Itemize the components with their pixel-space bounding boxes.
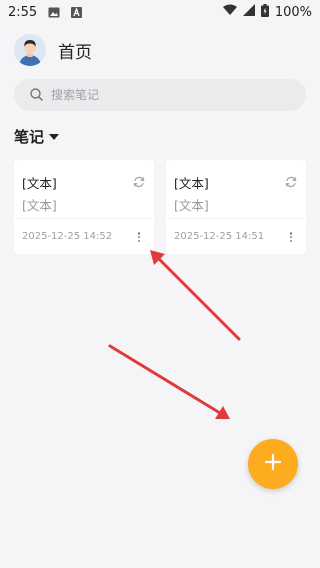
plus-icon xyxy=(264,453,282,475)
add-note-button[interactable] xyxy=(248,439,298,489)
image-icon xyxy=(47,6,61,18)
note-date: 2025-12-25 14:51 xyxy=(174,231,265,242)
notes-section-dropdown[interactable]: 笔记 xyxy=(14,126,60,147)
arrow-to-more-menu xyxy=(150,250,241,341)
sync-icon xyxy=(132,174,146,188)
signal-icon xyxy=(242,4,255,20)
note-body: [文本] xyxy=(174,198,209,213)
wifi-icon xyxy=(222,4,237,20)
caret-down-icon xyxy=(49,133,60,140)
search-bar[interactable] xyxy=(14,79,306,111)
search-icon xyxy=(30,86,43,105)
a-icon xyxy=(69,6,83,18)
more-vert-icon[interactable] xyxy=(134,230,144,244)
search-input[interactable] xyxy=(51,88,271,102)
section-title: 笔记 xyxy=(14,128,45,146)
status-time: 2:55 xyxy=(8,4,38,20)
note-title: [文本] xyxy=(174,176,209,191)
note-title: [文本] xyxy=(22,176,57,191)
note-date: 2025-12-25 14:52 xyxy=(22,231,113,242)
card-divider xyxy=(14,218,154,219)
battery-icon xyxy=(260,3,269,21)
card-divider xyxy=(166,218,306,219)
note-body: [文本] xyxy=(22,198,57,213)
battery-percent: 100% xyxy=(274,4,312,20)
app-header: 首页 xyxy=(14,33,92,67)
note-card[interactable]: [文本] [文本] 2025-12-25 14:51 xyxy=(166,160,306,254)
note-card[interactable]: [文本] [文本] 2025-12-25 14:52 xyxy=(14,160,154,254)
more-vert-icon[interactable] xyxy=(286,230,296,244)
page-title: 首页 xyxy=(58,42,92,63)
sync-icon xyxy=(284,174,298,188)
avatar[interactable] xyxy=(14,34,46,66)
arrow-to-add-button xyxy=(108,344,230,419)
status-bar: 2:55 100% xyxy=(0,0,320,24)
